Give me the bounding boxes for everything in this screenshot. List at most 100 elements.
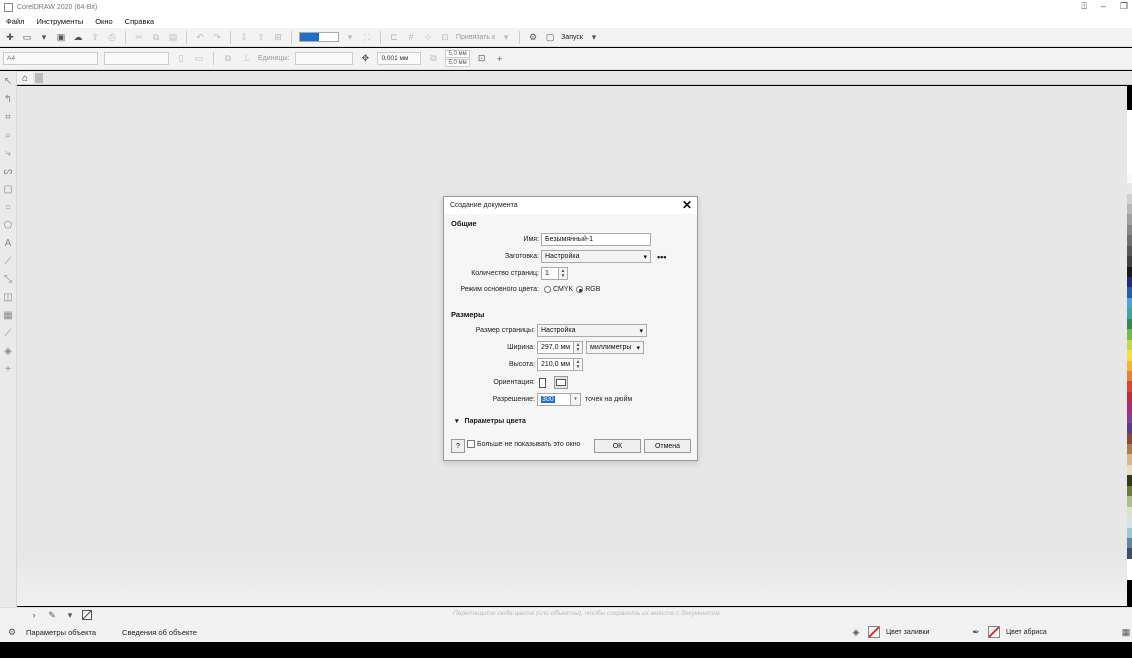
save-icon[interactable]: ▣ — [55, 31, 67, 43]
parallel-dimension-icon[interactable]: ⟋ — [2, 255, 14, 267]
fill-color-status[interactable]: ◈ Цвет заливки — [850, 622, 929, 642]
shape-tool-icon[interactable]: ↰ — [2, 93, 14, 105]
eyedropper-icon[interactable]: ✎ — [46, 609, 58, 621]
color-palette[interactable] — [1127, 110, 1132, 580]
palette-settings[interactable]: ▦ — [1120, 622, 1132, 642]
resolution-input[interactable]: 300 — [537, 393, 571, 406]
rgb-radio[interactable] — [576, 286, 584, 293]
palette-swatch[interactable] — [1127, 193, 1132, 204]
rectangle-tool-icon[interactable]: ▢ — [2, 183, 14, 195]
open-folder-icon[interactable]: ▭ — [21, 31, 33, 43]
palette-swatch[interactable] — [1127, 464, 1132, 476]
no-color-swatch[interactable] — [82, 610, 92, 620]
duplicate-x-input[interactable]: 5,0 мм — [445, 50, 470, 58]
text-tool-icon[interactable]: A — [2, 237, 14, 249]
launch-button[interactable]: Запуск — [561, 34, 583, 41]
transparency-icon[interactable]: ▦ — [2, 309, 14, 321]
palette-swatch[interactable] — [1127, 360, 1132, 371]
snap-to-dropdown[interactable]: Привязать к — [456, 34, 495, 41]
current-page-icon[interactable]: ⊥ — [240, 53, 252, 65]
page-preset-select[interactable]: A4 — [3, 52, 98, 65]
palette-swatch[interactable] — [1127, 318, 1132, 330]
width-stepper[interactable]: ▲ ▼ — [574, 341, 583, 354]
more-options-icon[interactable]: ••• — [657, 252, 666, 262]
palette-swatch[interactable] — [1127, 485, 1132, 497]
palette-swatch[interactable] — [1127, 297, 1132, 309]
units-select[interactable] — [295, 52, 354, 65]
palette-swatch[interactable] — [1127, 308, 1132, 319]
palette-swatch[interactable] — [1127, 245, 1132, 257]
page-border-icon[interactable]: ⊡ — [476, 53, 488, 65]
color-params-toggle[interactable]: ▾ Параметры цвета — [455, 417, 526, 426]
portrait-icon[interactable]: ▯ — [175, 53, 187, 65]
crop-tool-icon[interactable]: ⌗ — [2, 111, 14, 123]
zoom-dropdown-icon[interactable]: ▾ — [344, 31, 356, 43]
palette-swatch[interactable] — [1127, 496, 1132, 507]
polygon-tool-icon[interactable]: ⬠ — [2, 219, 14, 231]
palette-swatch[interactable] — [1127, 256, 1132, 267]
help-button[interactable]: ? — [451, 439, 465, 453]
freehand-tool-icon[interactable]: ⤷ — [2, 147, 14, 159]
palette-swatch[interactable] — [1127, 444, 1132, 455]
artistic-media-icon[interactable]: ᔕ — [2, 165, 14, 177]
palette-swatch[interactable] — [1127, 329, 1132, 340]
add-tool-icon[interactable]: + — [2, 363, 14, 375]
cancel-button[interactable]: Отмена — [644, 439, 691, 453]
palette-swatch[interactable] — [1127, 110, 1132, 121]
minimize-icon[interactable]: – — [1101, 1, 1106, 12]
palette-swatch[interactable] — [1127, 235, 1132, 246]
palette-dropdown-icon[interactable]: ▾ — [64, 609, 76, 621]
chevron-right-icon[interactable]: › — [28, 609, 40, 621]
palette-swatch[interactable] — [1127, 517, 1132, 528]
palette-swatch[interactable] — [1127, 423, 1132, 434]
ellipse-tool-icon[interactable]: ○ — [2, 201, 14, 213]
menu-window[interactable]: Окно — [95, 17, 112, 26]
zoom-tool-icon[interactable]: ⌕ — [2, 129, 14, 141]
name-input[interactable]: Безымянный-1 — [541, 233, 651, 246]
palette-swatch[interactable] — [1127, 569, 1132, 580]
drop-shadow-icon[interactable]: ◫ — [2, 291, 14, 303]
pages-input[interactable]: 1 — [541, 267, 559, 280]
palette-swatch[interactable] — [1127, 120, 1132, 131]
palette-swatch[interactable] — [1127, 224, 1132, 236]
palette-swatch[interactable] — [1127, 454, 1132, 465]
palette-swatch[interactable] — [1127, 370, 1132, 382]
palette-swatch[interactable] — [1127, 141, 1132, 152]
account-icon[interactable]: ⍐ — [1082, 1, 1087, 12]
palette-swatch[interactable] — [1127, 537, 1132, 549]
object-info-button[interactable]: Сведения об объекте — [122, 628, 197, 637]
connector-tool-icon[interactable]: ⤡ — [2, 273, 14, 285]
palette-swatch[interactable] — [1127, 350, 1132, 361]
palette-swatch[interactable] — [1127, 391, 1132, 403]
close-icon[interactable]: ✕ — [682, 198, 692, 212]
palette-swatch[interactable] — [1127, 172, 1132, 184]
all-pages-icon[interactable]: ⧉ — [222, 53, 234, 65]
palette-swatch[interactable] — [1127, 183, 1132, 194]
cmyk-radio[interactable] — [544, 286, 551, 293]
outline-color-status[interactable]: ✒ Цвет абриса — [970, 622, 1047, 642]
units-select[interactable]: миллиметры ▾ — [586, 341, 644, 354]
launch-icon[interactable]: ▢ — [544, 31, 556, 43]
resolution-dropdown[interactable]: ▾ — [571, 393, 581, 406]
menu-file[interactable]: Файл — [6, 17, 24, 26]
palette-swatch[interactable] — [1127, 151, 1132, 163]
restore-icon[interactable]: ❐ — [1120, 1, 1128, 12]
ok-button[interactable]: ОК — [594, 439, 641, 453]
dont-show-checkbox[interactable] — [467, 440, 475, 448]
palette-swatch[interactable] — [1127, 381, 1132, 392]
object-properties-button[interactable]: Параметры объекта — [26, 628, 96, 637]
palette-swatch[interactable] — [1127, 339, 1132, 351]
width-input[interactable]: 297,0 мм — [537, 341, 574, 354]
preset-select[interactable]: Настройка ▾ — [541, 250, 651, 263]
menu-help[interactable]: Справка — [125, 17, 154, 26]
pages-stepper[interactable]: ▲ ▼ — [559, 267, 568, 280]
palette-swatch[interactable] — [1127, 277, 1132, 288]
palette-swatch[interactable] — [1127, 433, 1132, 444]
landscape-icon[interactable]: ▭ — [193, 53, 205, 65]
gear-icon[interactable]: ⚙ — [6, 626, 18, 638]
landscape-orientation-button[interactable] — [554, 376, 568, 389]
palette-swatch[interactable] — [1127, 287, 1132, 298]
interactive-fill-icon[interactable]: ◈ — [2, 345, 14, 357]
gear-icon[interactable]: ⚙ — [527, 31, 539, 43]
palette-swatch[interactable] — [1127, 130, 1132, 142]
